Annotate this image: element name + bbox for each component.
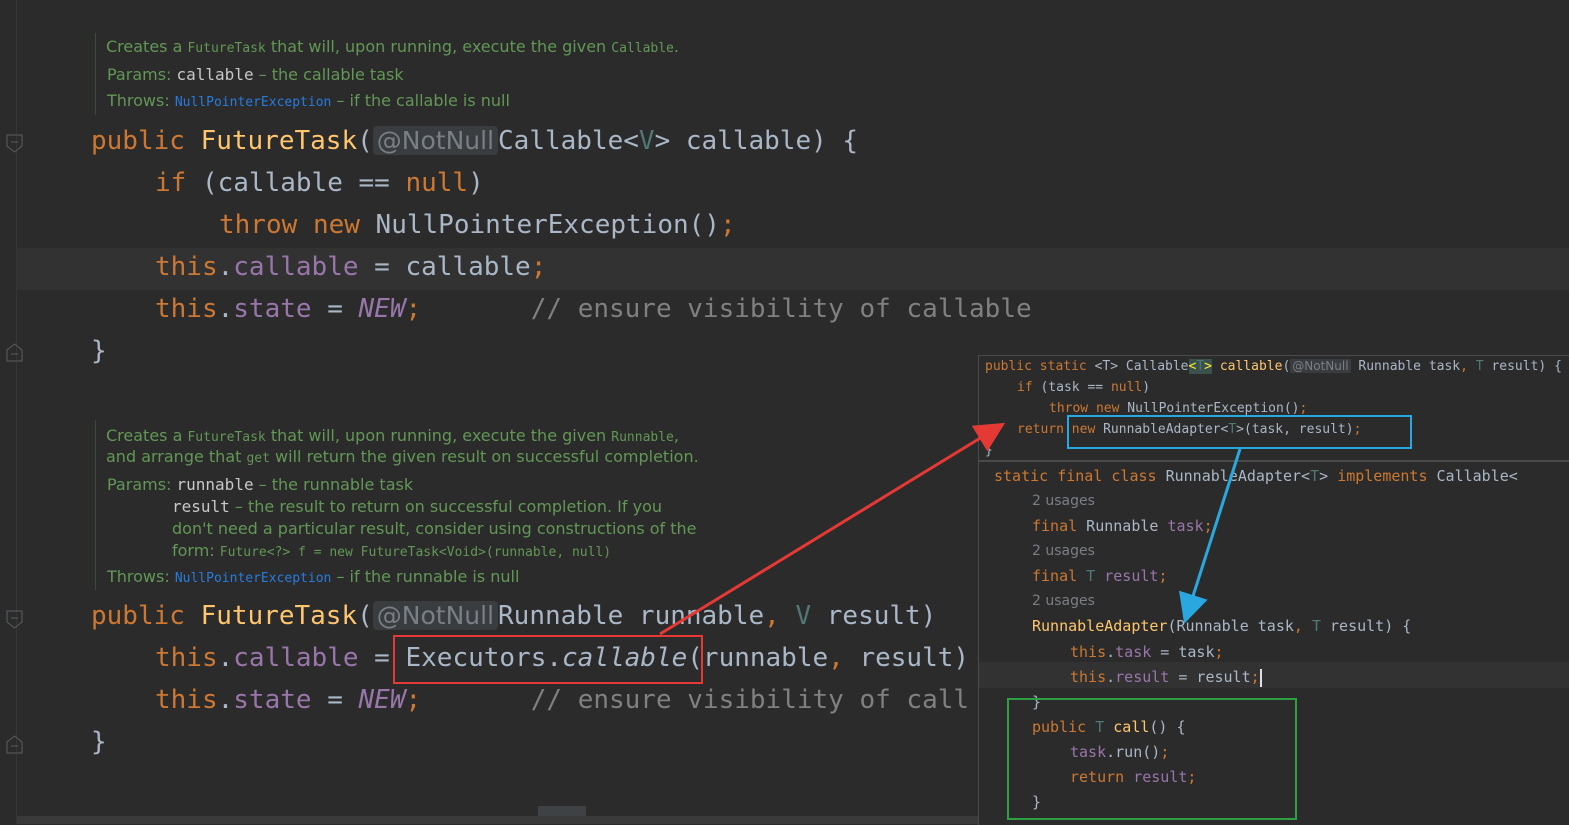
code-line: } <box>91 336 107 366</box>
code-line: this.state = NEW; // ensure visibility o… <box>155 685 970 715</box>
code-line: this.callable = callable; <box>155 252 547 282</box>
current-line-highlight <box>979 662 1569 688</box>
red-highlight-box <box>393 635 703 684</box>
npe-link[interactable]: NullPointerException <box>175 571 332 586</box>
annotation-notnull: @NotNull <box>372 601 499 630</box>
usages-hint[interactable]: 2 usages <box>1032 543 1095 559</box>
status-strip <box>17 816 978 824</box>
fold-icon[interactable] <box>6 134 23 153</box>
code-line: this.state = NEW; // ensure visibility o… <box>155 294 1032 324</box>
editor-gutter <box>0 0 17 824</box>
javadoc-runnable: Creates a FutureTask that will, upon run… <box>95 420 699 590</box>
code-line: public FutureTask(@NotNull Runnable runna… <box>91 601 937 631</box>
usages-hint[interactable]: 2 usages <box>1032 593 1095 609</box>
code-line: } <box>91 727 107 757</box>
npe-link[interactable]: NullPointerException <box>175 95 332 110</box>
text-cursor <box>1259 668 1262 687</box>
green-highlight-box <box>1007 698 1297 820</box>
javadoc-callable: Creates a FutureTask that will, upon run… <box>95 33 679 115</box>
annotation-notnull: @NotNull <box>372 126 499 155</box>
fold-icon[interactable] <box>6 343 23 362</box>
usages-hint[interactable]: 2 usages <box>1032 493 1095 509</box>
fold-icon[interactable] <box>6 610 23 629</box>
code-line: public FutureTask(@NotNull Callable<V> ca… <box>91 126 859 156</box>
blue-highlight-box <box>1067 415 1412 449</box>
code-line: if (callable == null) <box>155 168 484 198</box>
code-line: throw new NullPointerException(); <box>219 210 736 240</box>
fold-icon[interactable] <box>6 735 23 754</box>
horizontal-scrollbar[interactable] <box>538 806 586 816</box>
